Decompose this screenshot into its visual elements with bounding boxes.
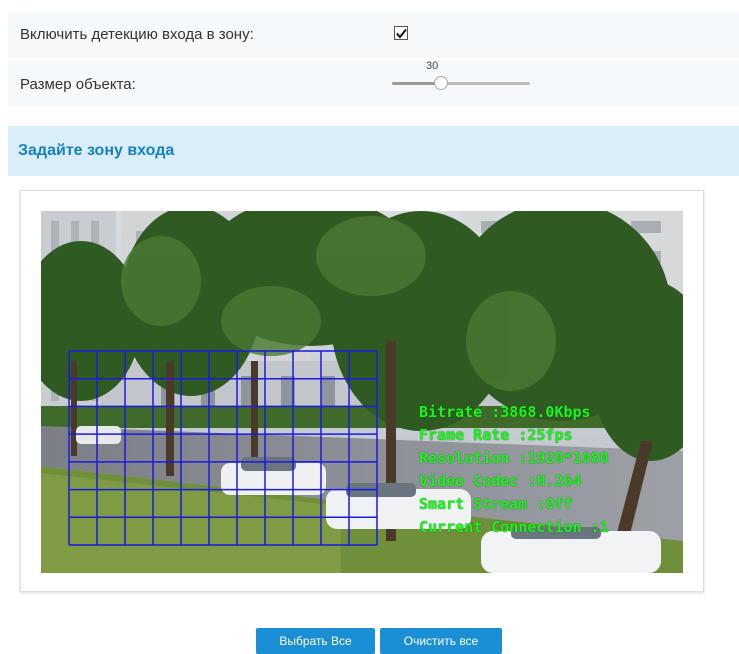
object-size-value: 30	[426, 60, 439, 72]
clear-all-button[interactable]: Очистить все	[380, 628, 502, 654]
osd-frame-rate: Frame Rate :25fps	[419, 426, 573, 444]
object-size-row: Размер объекта: 30	[8, 60, 739, 106]
osd-resolution: Resolution :1920*1080	[419, 449, 609, 467]
enable-detection-label: Включить детекцию входа в зону:	[20, 26, 254, 43]
enable-detection-row: Включить детекцию входа в зону:	[8, 12, 739, 58]
osd-video-codec: Video Codec :H.264	[419, 472, 582, 490]
osd-smart-stream: Smart Stream :Off	[419, 495, 573, 513]
select-all-button[interactable]: Выбрать Все	[256, 628, 375, 654]
slider-thumb[interactable]	[434, 76, 449, 90]
video-panel: Bitrate :3868.0Kbps Frame Rate :25fps Re…	[20, 190, 704, 592]
osd-bitrate: Bitrate :3868.0Kbps	[419, 403, 591, 421]
object-size-slider[interactable]: 30	[392, 60, 532, 106]
zone-section-header: Задайте зону входа	[8, 126, 739, 176]
zone-section-title: Задайте зону входа	[18, 142, 175, 159]
osd-overlay: Bitrate :3868.0Kbps Frame Rate :25fps Re…	[419, 401, 609, 539]
object-size-label: Размер объекта:	[20, 76, 136, 93]
checkmark-icon	[396, 28, 407, 39]
enable-detection-checkbox[interactable]	[394, 26, 408, 40]
camera-preview[interactable]: Bitrate :3868.0Kbps Frame Rate :25fps Re…	[41, 211, 683, 573]
osd-current-connection: Current Connection :1	[419, 518, 609, 536]
